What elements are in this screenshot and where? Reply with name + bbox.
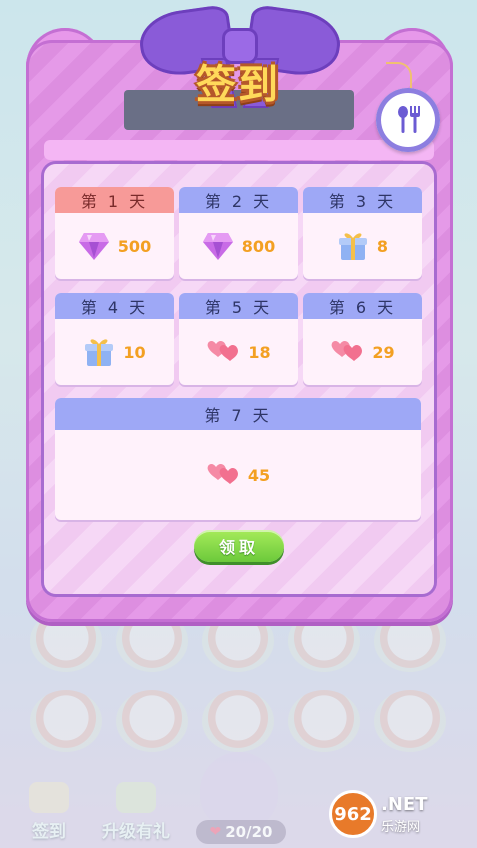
reward-amount: 29 — [372, 342, 395, 362]
day-card-5[interactable]: 第 5 天 18 — [179, 293, 298, 385]
reward-amount: 8 — [376, 236, 389, 256]
watermark-subtext: 乐游网 — [381, 820, 421, 835]
reward-amount: 800 — [241, 236, 276, 256]
gift-icon — [83, 336, 115, 368]
day-card-6[interactable]: 第 6 天 29 — [303, 293, 422, 385]
day-label: 第 5 天 — [179, 293, 298, 319]
day-card-7[interactable]: 第 7 天 45 — [55, 398, 421, 520]
hearts-icon — [206, 338, 240, 366]
panel-title-bar — [44, 140, 434, 160]
reward-amount: 10 — [123, 342, 146, 362]
reward-amount: 18 — [248, 342, 271, 362]
hearts-icon — [330, 338, 364, 366]
dialog-title: 签到 — [196, 62, 280, 108]
gift-icon — [337, 230, 369, 262]
day-label: 第 6 天 — [303, 293, 422, 319]
day-label: 第 2 天 — [179, 187, 298, 213]
spoon-fork-icon — [398, 106, 420, 133]
gem-icon — [78, 231, 110, 261]
day-card-2[interactable]: 第 2 天 800 — [179, 187, 298, 279]
day-label: 第 1 天 — [55, 187, 174, 213]
watermark-text: .NET — [381, 794, 428, 815]
day-card-1[interactable]: 第 1 天 500 — [55, 187, 174, 279]
day-card-3[interactable]: 第 3 天 8 — [303, 187, 422, 279]
cutlery-tag-icon[interactable] — [376, 88, 440, 152]
site-watermark: 962 .NET 乐游网 — [329, 790, 469, 838]
day-label: 第 4 天 — [55, 293, 174, 319]
day-label: 第 7 天 — [55, 398, 421, 430]
day-label: 第 3 天 — [303, 187, 422, 213]
reward-amount: 500 — [117, 236, 152, 256]
reward-amount: 45 — [247, 465, 271, 485]
hearts-icon — [206, 461, 240, 489]
watermark-badge: 962 — [329, 790, 377, 838]
gem-icon — [202, 231, 234, 261]
claim-button[interactable]: 领取 — [194, 530, 284, 562]
day-card-4[interactable]: 第 4 天 10 — [55, 293, 174, 385]
